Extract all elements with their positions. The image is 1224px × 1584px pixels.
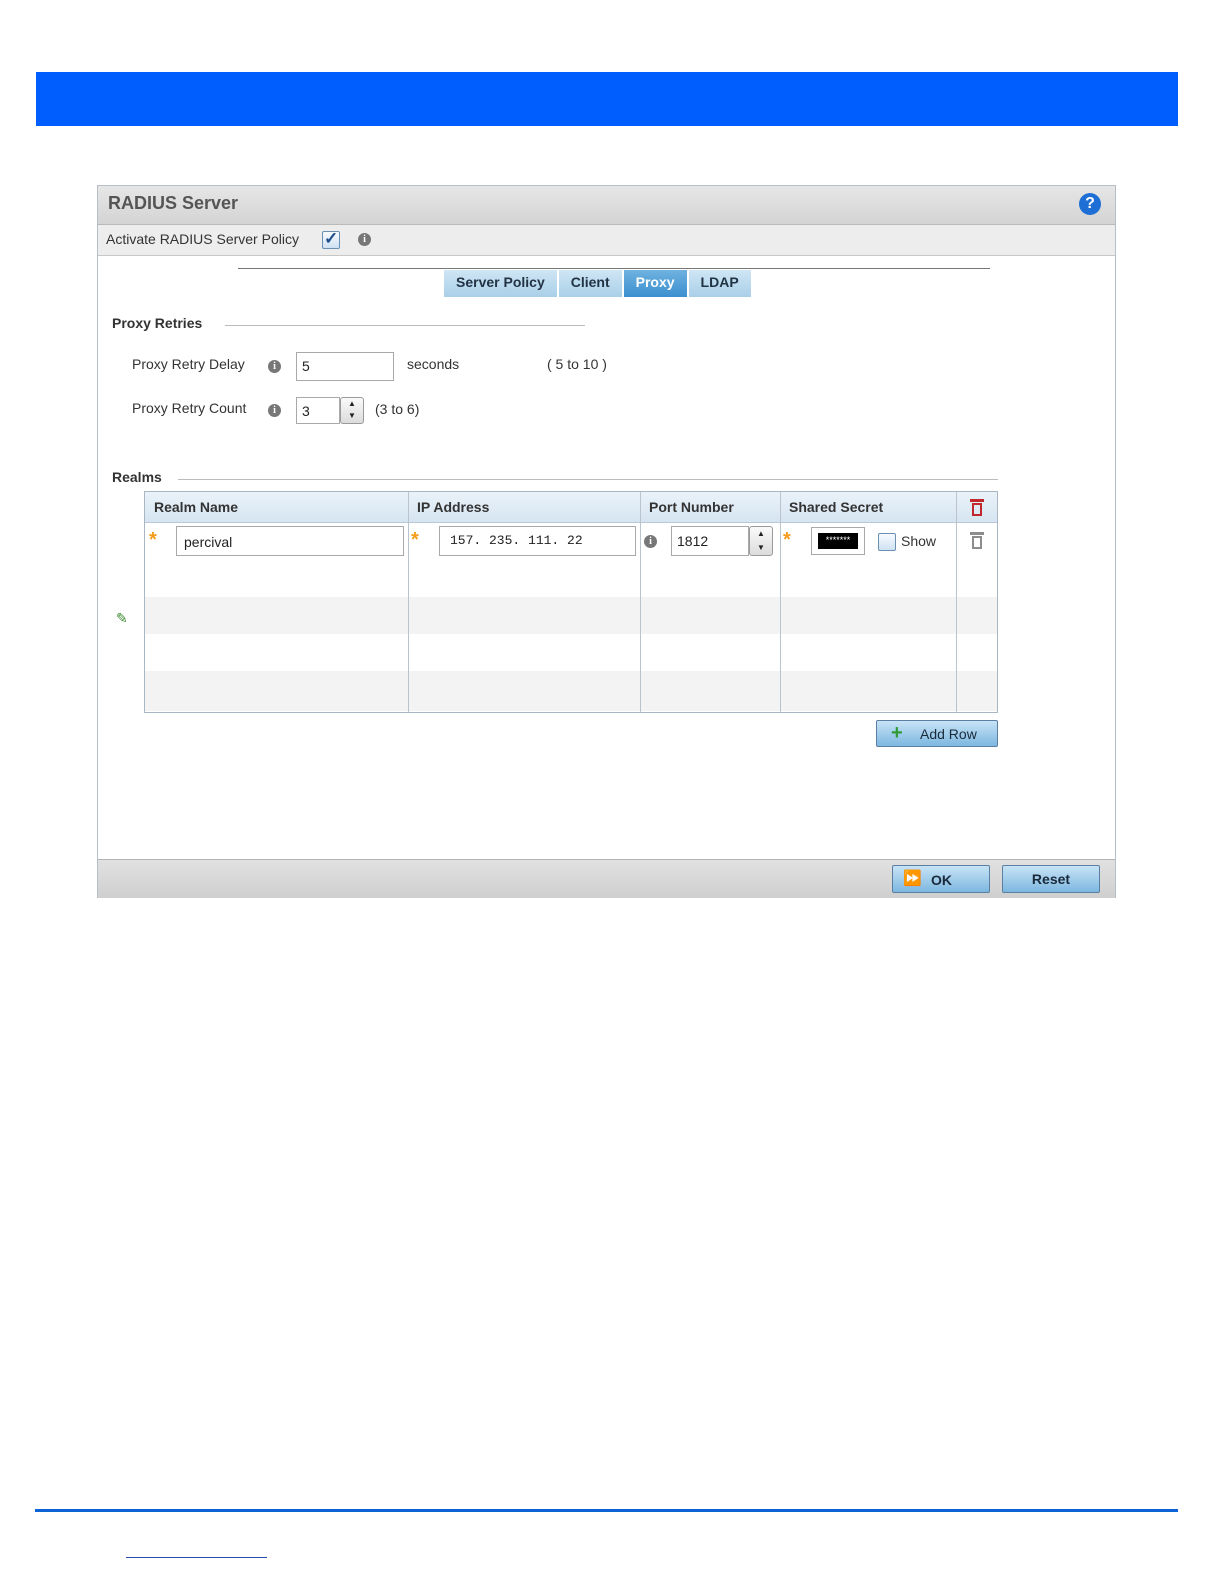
add-row-label: Add Row [920, 726, 977, 742]
panel-header: RADIUS Server ? [98, 186, 1115, 225]
tab-bar: Server Policy Client Proxy LDAP [444, 270, 753, 297]
shared-secret-field[interactable]: ******* [811, 527, 865, 555]
col-ip-address: IP Address [417, 499, 490, 515]
table-row [145, 597, 997, 634]
plus-icon: + [891, 722, 903, 744]
ok-label: OK [931, 872, 952, 888]
activate-policy-row: Activate RADIUS Server Policy i [98, 225, 1115, 256]
delete-row-icon[interactable] [970, 532, 984, 549]
info-icon: i [268, 404, 281, 417]
delete-all-icon[interactable] [970, 499, 984, 516]
add-row-button[interactable]: + Add Row [876, 720, 998, 747]
arrow-up-icon[interactable]: ▲ [750, 527, 772, 541]
retry-count-stepper[interactable]: ▲ ▼ [340, 397, 364, 424]
realm-name-input[interactable]: percival [176, 526, 404, 556]
realms-table: Realm Name IP Address Port Number Shared… [144, 491, 998, 713]
document-header-bar [36, 72, 1178, 126]
footer-link-underline [126, 1557, 267, 1558]
proxy-retry-count-label: Proxy Retry Count [132, 400, 247, 416]
realms-title: Realms [112, 469, 162, 485]
info-icon: i [644, 535, 657, 548]
footer-rule [35, 1509, 1178, 1512]
info-icon: i [358, 233, 371, 246]
arrow-down-icon[interactable]: ▼ [341, 410, 363, 422]
tab-client[interactable]: Client [558, 270, 624, 297]
port-stepper[interactable]: ▲ ▼ [749, 526, 773, 556]
delay-range: ( 5 to 10 ) [547, 356, 607, 372]
required-star-icon: * [783, 529, 791, 551]
port-number-input[interactable]: 1812 [671, 526, 749, 556]
arrow-up-icon[interactable]: ▲ [341, 398, 363, 410]
delay-unit: seconds [407, 356, 460, 372]
help-icon[interactable]: ? [1079, 193, 1101, 215]
proxy-retry-delay-input[interactable]: 5 [296, 352, 394, 381]
col-port-number: Port Number [649, 499, 734, 515]
table-row [145, 671, 997, 711]
panel-footer: ⏩ OK Reset [98, 859, 1115, 898]
tab-server-policy[interactable]: Server Policy [444, 270, 559, 297]
table-row [145, 634, 997, 671]
table-row [145, 560, 997, 597]
required-star-icon: * [149, 529, 157, 551]
panel-title: RADIUS Server [108, 193, 239, 213]
edit-pencil-icon[interactable]: ✎ [116, 610, 128, 627]
shared-secret-value: ******* [818, 533, 858, 549]
tab-divider [238, 268, 990, 269]
activate-policy-label: Activate RADIUS Server Policy [106, 231, 299, 247]
proxy-retry-delay-label: Proxy Retry Delay [132, 356, 245, 372]
tab-ldap[interactable]: LDAP [688, 270, 753, 297]
ok-button[interactable]: ⏩ OK [892, 865, 990, 893]
col-realm-name: Realm Name [154, 499, 239, 515]
show-secret-checkbox[interactable] [878, 533, 896, 551]
info-icon: i [268, 360, 281, 373]
proxy-retries-title: Proxy Retries [112, 315, 203, 331]
section-divider [178, 479, 998, 480]
required-star-icon: * [411, 529, 419, 551]
section-divider [225, 325, 585, 326]
count-range: (3 to 6) [375, 401, 420, 417]
table-header: Realm Name IP Address Port Number Shared… [145, 492, 997, 523]
col-shared-secret: Shared Secret [789, 499, 884, 515]
fast-forward-icon: ⏩ [903, 870, 922, 887]
ip-address-input[interactable]: 157. 235. 111. 22 [439, 526, 636, 556]
tab-proxy[interactable]: Proxy [623, 270, 689, 297]
show-secret-label: Show [901, 533, 937, 549]
proxy-retry-count-input[interactable]: 3 [296, 397, 340, 424]
arrow-down-icon[interactable]: ▼ [750, 541, 772, 555]
radius-server-panel: RADIUS Server ? Activate RADIUS Server P… [97, 185, 1116, 898]
reset-button[interactable]: Reset [1002, 865, 1100, 893]
activate-policy-checkbox[interactable] [322, 229, 340, 249]
